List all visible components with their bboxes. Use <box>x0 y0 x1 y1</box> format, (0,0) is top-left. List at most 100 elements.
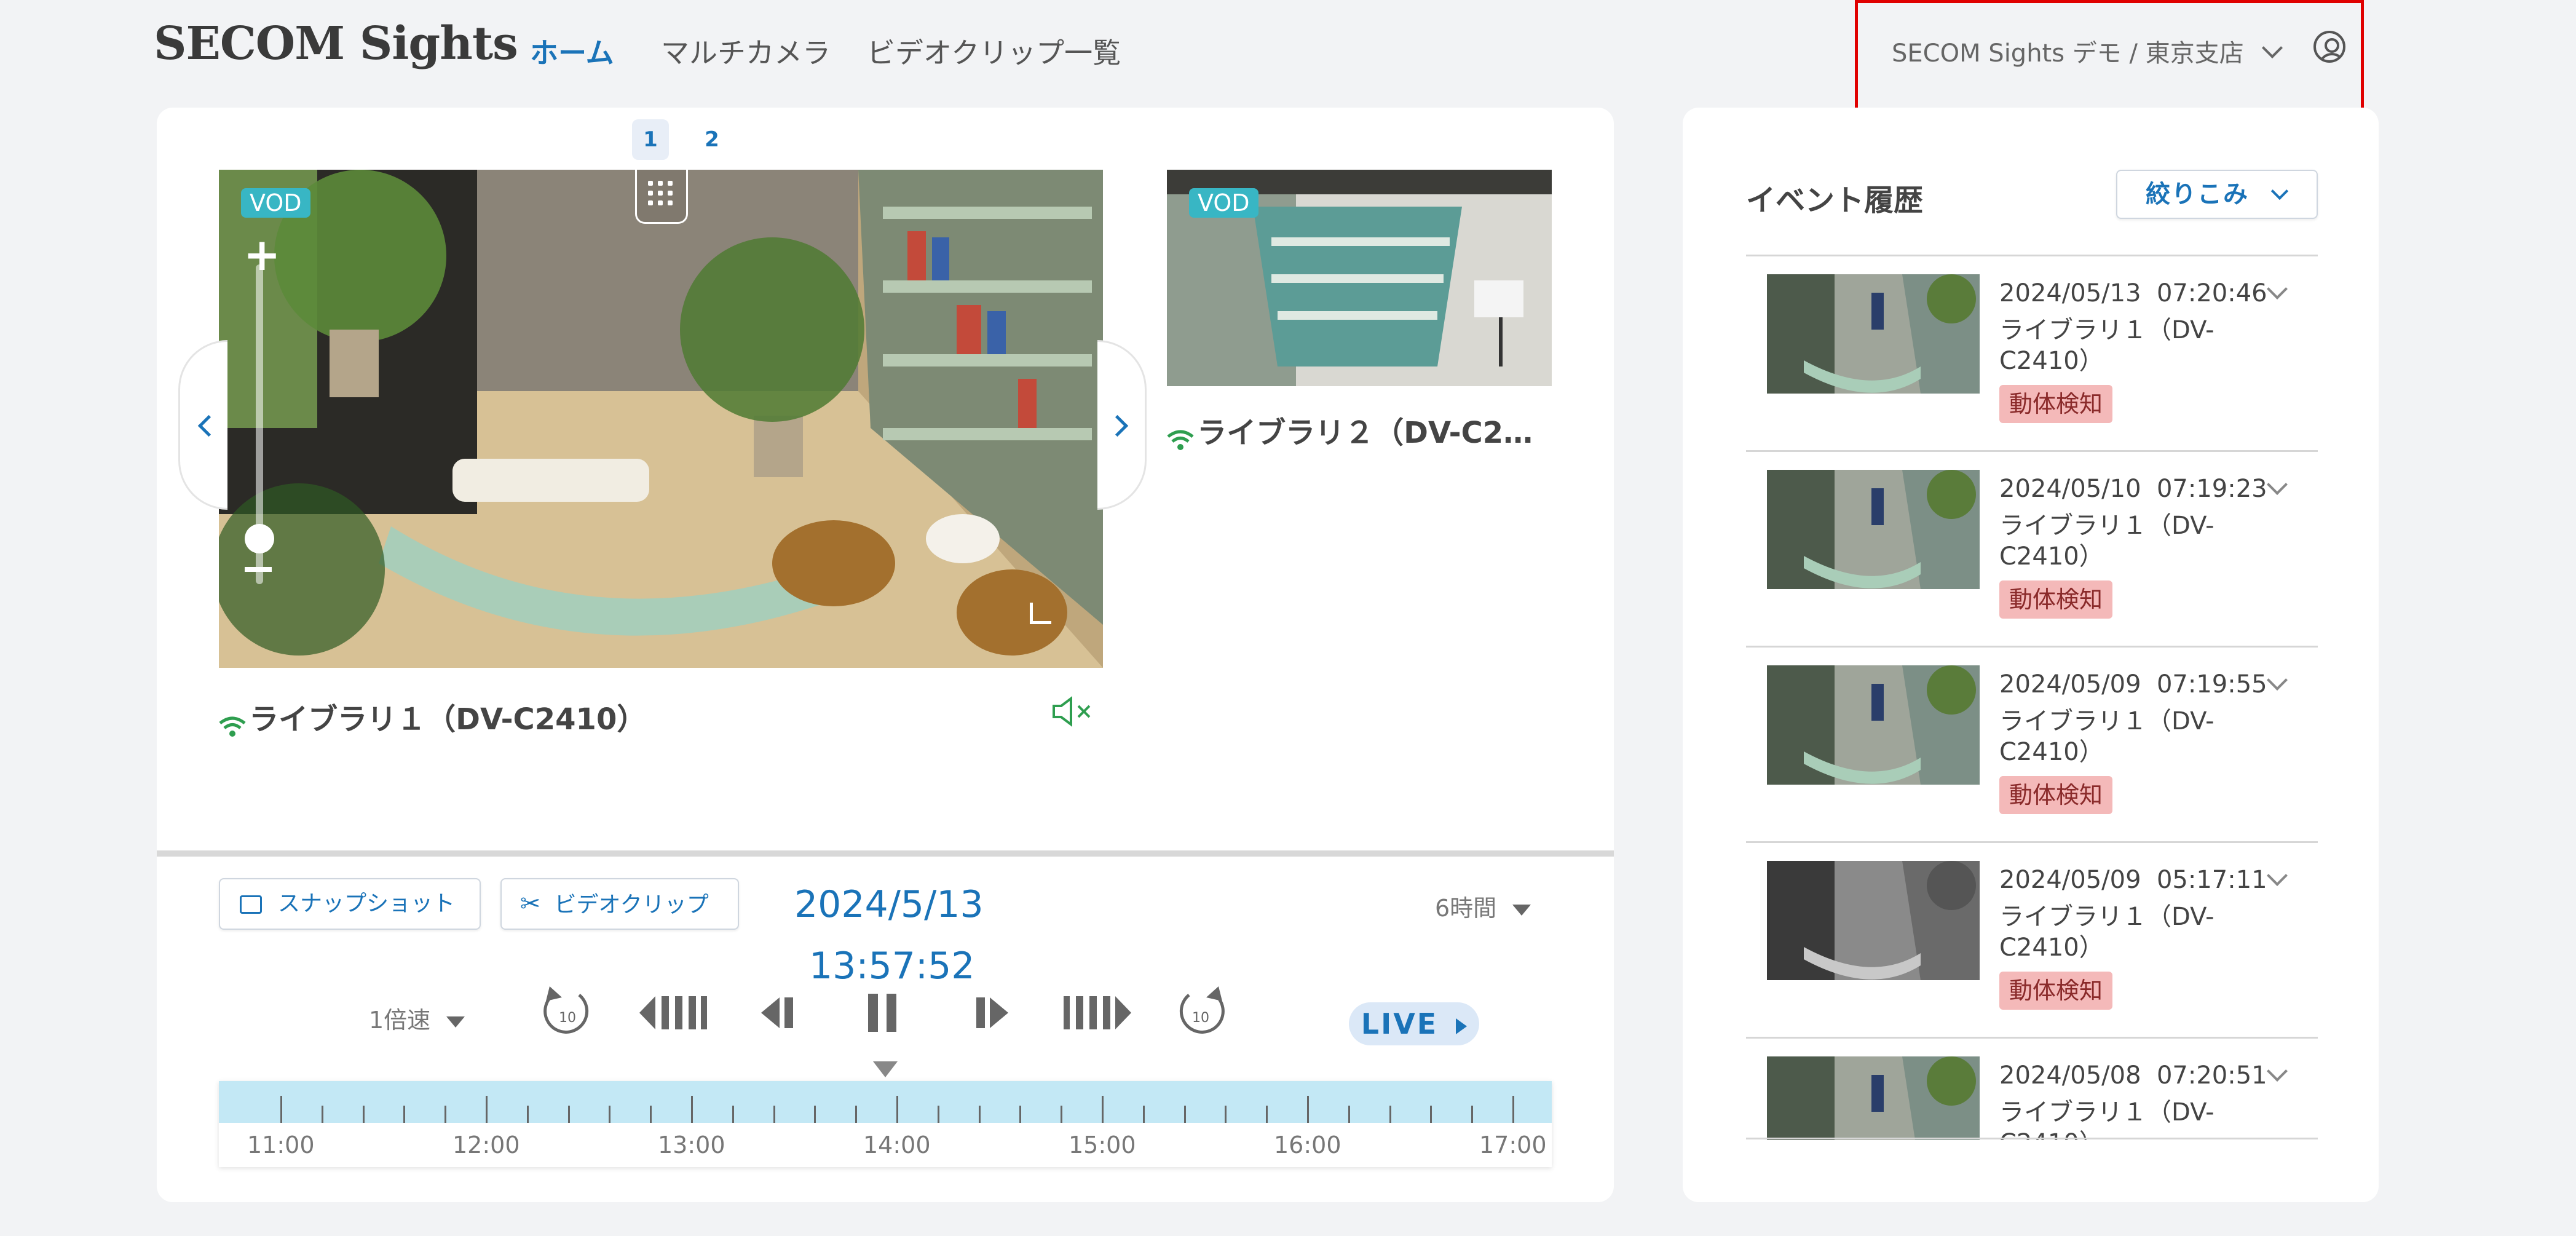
event-thumbnail[interactable] <box>1767 274 1980 394</box>
account-selector[interactable]: SECOM Sights デモ / 東京支店 <box>1892 33 2283 69</box>
range-label: 6時間 <box>1435 895 1497 922</box>
next-camera-button[interactable] <box>1097 340 1147 510</box>
timeline-tick <box>362 1106 365 1123</box>
timeline-tick <box>1348 1106 1350 1123</box>
event-item[interactable]: 2024/05/10 07:19:23 ライブラリ１（DV- C2410） 動体検知 <box>1746 450 2318 646</box>
event-datetime: 2024/05/10 07:19:23 <box>1999 475 2267 503</box>
chevron-down-icon <box>2270 182 2289 200</box>
user-icon[interactable] <box>2313 31 2345 63</box>
timeline-tick <box>1061 1106 1063 1123</box>
timeline-tick <box>526 1106 529 1123</box>
timeline-tick <box>1430 1106 1432 1123</box>
camera-1-view[interactable] <box>219 170 1103 668</box>
event-datetime: 2024/05/13 07:20:46 <box>1999 279 2267 307</box>
video-clip-label: ビデオクリップ <box>554 892 709 917</box>
prev-camera-button[interactable] <box>178 340 227 510</box>
timeline-label: 11:00 <box>247 1131 315 1159</box>
event-item[interactable]: 2024/05/09 05:17:11 ライブラリ１（DV- C2410） 動体検知 <box>1746 841 2318 1037</box>
event-camera-model: C2410） <box>1999 347 2104 375</box>
event-datetime: 2024/05/08 07:20:51 <box>1999 1061 2267 1090</box>
nav-video-clip-list[interactable]: ビデオクリップ一覧 <box>867 31 1121 71</box>
scissors-icon: ✂ <box>520 890 541 918</box>
video-clip-button[interactable]: ✂ ビデオクリップ <box>500 878 739 930</box>
timeline-tick <box>321 1106 323 1123</box>
camera-icon <box>240 895 262 914</box>
event-thumbnail[interactable] <box>1767 861 1980 980</box>
fast-forward-icon[interactable] <box>1062 992 1131 1033</box>
chevron-down-icon[interactable] <box>2267 474 2288 495</box>
forward-10-icon[interactable]: 10 <box>1174 983 1227 1042</box>
event-item[interactable]: 2024/05/08 07:20:51ライブラリ１（DV-C2410） <box>1746 1037 2318 1140</box>
event-tag-badge: 動体検知 <box>1999 580 2113 619</box>
timeline-tick <box>1183 1106 1186 1123</box>
timeline-label: 15:00 <box>1069 1131 1136 1159</box>
speaker-muted-icon[interactable] <box>1051 696 1094 727</box>
event-datetime: 2024/05/09 07:19:55 <box>1999 670 2267 699</box>
timeline-label: 12:00 <box>452 1131 520 1159</box>
camera-2-title[interactable]: ライブラリ２（DV-C2… <box>1167 408 1533 451</box>
live-button[interactable]: LIVE <box>1349 1002 1479 1045</box>
chevron-down-icon[interactable] <box>2267 279 2288 299</box>
timeline-tick <box>1471 1106 1474 1123</box>
timeline-cursor-icon[interactable] <box>873 1061 898 1077</box>
zoom-slider-handle[interactable] <box>245 524 274 553</box>
collapse-arrow-icon[interactable] <box>1030 603 1051 624</box>
step-forward-icon[interactable] <box>974 995 1008 1031</box>
chevron-down-icon <box>2262 38 2283 58</box>
speed-selector[interactable]: 1倍速 <box>369 1001 465 1035</box>
chevron-down-icon[interactable] <box>2267 1061 2288 1082</box>
play-triangle-icon <box>1456 1018 1468 1034</box>
step-back-icon[interactable] <box>761 995 796 1031</box>
app-logo[interactable]: SECOM Sights <box>154 17 518 70</box>
filter-button[interactable]: 絞りこみ <box>2116 170 2318 219</box>
timeline-tick <box>855 1106 858 1123</box>
forward-seconds: 10 <box>1192 1010 1209 1026</box>
timeline-tick <box>896 1096 898 1123</box>
camera-1-vod-badge: VOD <box>241 188 310 218</box>
caret-down-icon <box>1512 904 1531 916</box>
timeline-tick <box>1102 1096 1104 1123</box>
timeline-label: 14:00 <box>863 1131 931 1159</box>
range-selector[interactable]: 6時間 <box>1435 889 1531 923</box>
camera-1-feed-image <box>219 170 1103 668</box>
zoom-out-icon[interactable] <box>245 567 272 572</box>
snapshot-label: スナップショット <box>278 891 456 916</box>
timeline-tick <box>486 1096 488 1123</box>
camera-1-name: ライブラリ１（DV-C2410） <box>249 702 647 737</box>
page-2-button[interactable]: 2 <box>693 119 730 160</box>
chevron-down-icon[interactable] <box>2267 865 2288 886</box>
event-item[interactable]: 2024/05/09 07:19:55 ライブラリ１（DV- C2410） 動体検知 <box>1746 646 2318 841</box>
timeline-tick <box>1266 1106 1268 1123</box>
event-thumbnail[interactable] <box>1767 665 1980 785</box>
timeline-tick <box>1512 1096 1514 1123</box>
playback-time: 13:57:52 <box>809 945 975 988</box>
camera-2-name: ライブラリ２（DV-C2… <box>1197 416 1533 450</box>
fast-rewind-icon[interactable] <box>639 992 708 1033</box>
pause-icon[interactable] <box>866 991 900 1034</box>
event-list[interactable]: 2024/05/13 07:20:46 ライブラリ１（DV- C2410） 動体検知 2… <box>1746 255 2318 1140</box>
rewind-10-icon[interactable]: 10 <box>541 983 594 1042</box>
event-camera-model: C2410） <box>1999 542 2104 571</box>
camera-1-title[interactable]: ライブラリ１（DV-C2410） <box>219 695 646 738</box>
timeline-label: 16:00 <box>1274 1131 1341 1159</box>
page-1-button[interactable]: 1 <box>632 119 669 160</box>
grid-layout-icon[interactable] <box>635 170 688 224</box>
timeline-tick <box>1142 1106 1145 1123</box>
timeline-tick <box>978 1106 981 1123</box>
chevron-down-icon[interactable] <box>2267 670 2288 691</box>
zoom-in-icon[interactable]: + <box>243 229 280 280</box>
timeline[interactable]: 11:00 12:00 13:00 14:00 15:00 16:00 17:0… <box>219 1081 1552 1167</box>
chevron-right-icon <box>1106 414 1129 437</box>
rewind-seconds: 10 <box>559 1010 576 1026</box>
event-thumbnail[interactable] <box>1767 1056 1980 1140</box>
event-item[interactable]: 2024/05/13 07:20:46 ライブラリ１（DV- C2410） 動体検知 <box>1746 255 2318 450</box>
event-tag-badge: 動体検知 <box>1999 972 2113 1010</box>
nav-multi-camera[interactable]: マルチカメラ <box>661 31 831 71</box>
event-divider <box>1746 1037 2318 1039</box>
live-label: LIVE <box>1361 1007 1439 1040</box>
nav-home[interactable]: ホーム <box>530 31 614 71</box>
event-thumbnail[interactable] <box>1767 470 1980 589</box>
timeline-tick <box>650 1106 652 1123</box>
snapshot-button[interactable]: スナップショット <box>219 878 481 930</box>
timeline-tick <box>937 1106 939 1123</box>
